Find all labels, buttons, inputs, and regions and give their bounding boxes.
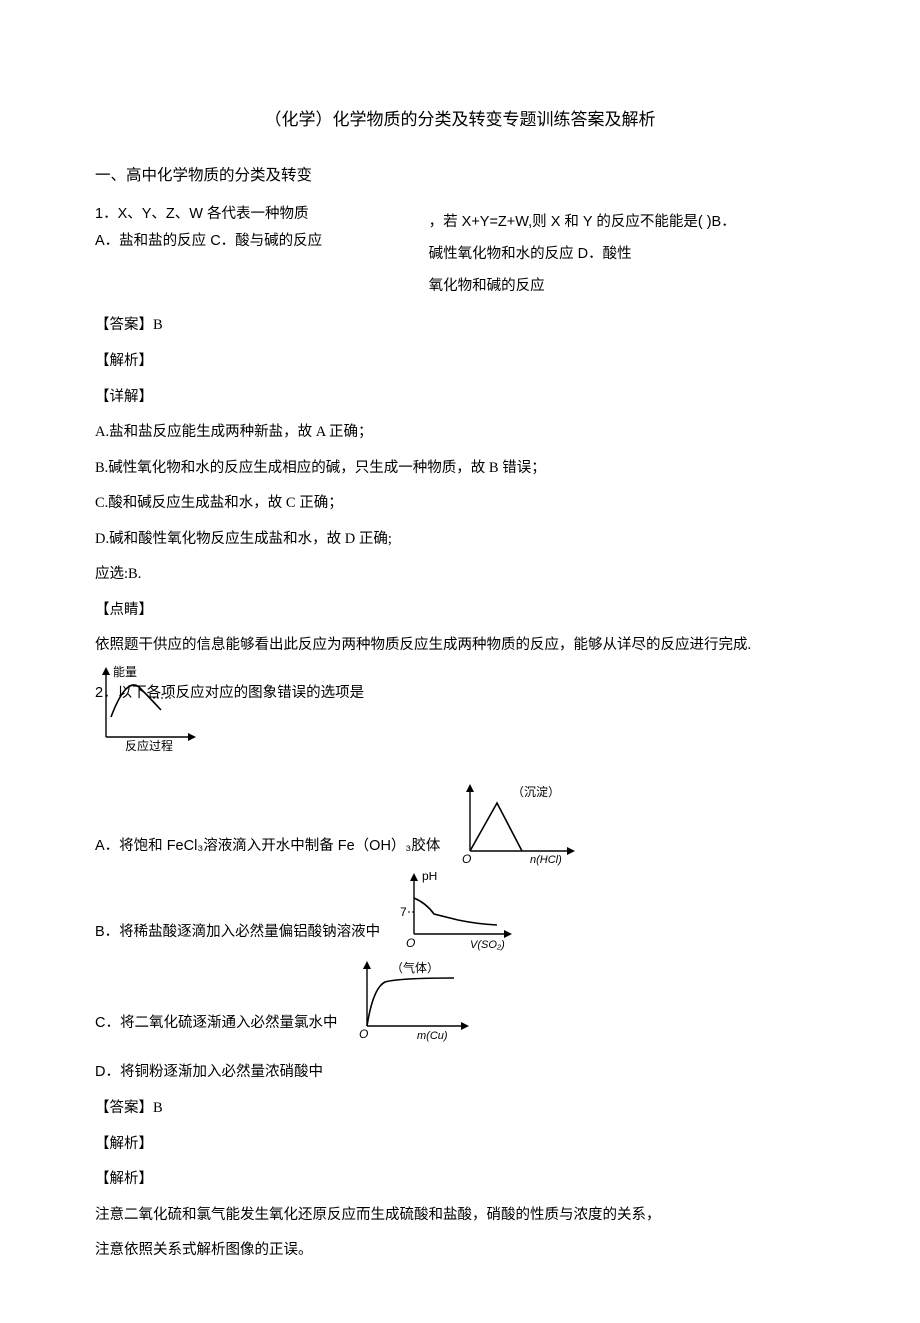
q2-stem: 2．以下各项反应对应的图象错误的选项是 bbox=[95, 685, 364, 701]
q2-answer: 【答案】B bbox=[95, 1095, 825, 1123]
document-page: （化学）化学物质的分类及转变专题训练答案及解析 一、高中化学物质的分类及转变 1… bbox=[0, 0, 920, 1323]
precipitate-chart-icon: （沉淀） O n(HCl) bbox=[452, 781, 582, 866]
q1-xiangjie-label: 【详解】 bbox=[95, 384, 825, 412]
q1-right-column: ，若 X+Y=Z+W,则 X 和 Y 的反应不能能是( )B． 碱性氧化物和水的… bbox=[429, 201, 736, 303]
axis-x-label: 反应过程 bbox=[125, 738, 173, 752]
q1-stem-right-1: ，若 X+Y=Z+W,则 X 和 Y 的反应不能能是( )B． bbox=[429, 207, 736, 239]
gas-chart-icon: （气体） O m(Cu) bbox=[349, 958, 479, 1043]
ph-chart-icon: pH 7 O V(SO₂) bbox=[392, 872, 522, 952]
q1-answer: 【答案】B bbox=[95, 312, 825, 340]
question-1: 1．X、Y、Z、W 各代表一种物质 A．盐和盐的反应 C．酸与碱的反应 ，若 X… bbox=[95, 201, 825, 303]
q1-detail-c: C.酸和碱反应生成盐和水，故 C 正确； bbox=[95, 490, 825, 518]
q1-detail-d: D.碱和酸性氧化物反应生成盐和水，故 D 正确; bbox=[95, 526, 825, 554]
q2-jiexi-label-1: 【解析】 bbox=[95, 1131, 825, 1159]
q1-detail: A.盐和盐反应能生成两种新盐，故 A 正确； B.碱性氧化物和水的反应生成相应的… bbox=[95, 419, 825, 589]
section-heading: 一、高中化学物质的分类及转变 bbox=[95, 161, 825, 190]
q2-option-c-row: C．将二氧化硫逐渐通入必然量氯水中 （气体） O m(Cu) bbox=[95, 958, 825, 1043]
q1-dianjing-text: 依照题干供应的信息能够看出此反应为两种物质反应生成两种物质的反应，能够从详尽的反… bbox=[95, 632, 825, 660]
q1-dianjing-label: 【点睛】 bbox=[95, 597, 825, 625]
q1-detail-b: B.碱性氧化物和水的反应生成相应的碱，只生成一种物质，故 B 错误； bbox=[95, 455, 825, 483]
axis-tick: 7 bbox=[400, 905, 407, 919]
q1-stem-left-1: 1．X、Y、Z、W 各代表一种物质 bbox=[95, 201, 405, 229]
q2-option-a: A．将饱和 FeCl₃溶液滴入开水中制备 Fe（OH）₃胶体 bbox=[95, 833, 440, 867]
chart-note: （气体） bbox=[391, 960, 439, 975]
q1-jiexi-label: 【解析】 bbox=[95, 348, 825, 376]
q2-option-b-row: B．将稀盐酸逐滴加入必然量偏铝酸钠溶液中 pH 7 O V(SO₂) bbox=[95, 872, 825, 952]
q2-option-d: D．将铜粉逐渐加入必然量浓硝酸中 bbox=[95, 1059, 825, 1087]
axis-x: n(HCl) bbox=[530, 854, 562, 866]
axis-y: pH bbox=[422, 872, 437, 883]
q1-detail-a: A.盐和盐反应能生成两种新盐，故 A 正确； bbox=[95, 419, 825, 447]
q1-stem-right-2: 碱性氧化物和水的反应 D．酸性 bbox=[429, 239, 736, 271]
q2-jiexi-label-2: 【解析】 bbox=[95, 1166, 825, 1194]
q2-explain-2: 注意依照关系式解析图像的正误。 bbox=[95, 1237, 825, 1265]
q1-detail-choose: 应选:B. bbox=[95, 561, 825, 589]
q1-stem-right-3: 氧化物和碱的反应 bbox=[429, 271, 736, 303]
energy-curve-icon: 能量 反应过程 bbox=[91, 662, 201, 752]
svg-text:O: O bbox=[462, 852, 471, 866]
q2-option-c: C．将二氧化硫逐渐通入必然量氯水中 bbox=[95, 1010, 337, 1044]
axis-x: m(Cu) bbox=[417, 1030, 448, 1042]
chart-note: （沉淀） bbox=[512, 785, 560, 799]
page-title: （化学）化学物质的分类及转变专题训练答案及解析 bbox=[95, 104, 825, 136]
axis-y-label: 能量 bbox=[113, 665, 137, 679]
q2-explain-1: 注意二氧化硫和氯气能发生氧化还原反应而生成硫酸和盐酸，硝酸的性质与浓度的关系， bbox=[95, 1202, 825, 1230]
q1-left-column: 1．X、Y、Z、W 各代表一种物质 A．盐和盐的反应 C．酸与碱的反应 bbox=[95, 201, 405, 256]
question-2: 能量 反应过程 2．以下各项反应对应的图象错误的选项是 A．将饱和 FeCl₃溶… bbox=[95, 680, 825, 1265]
q1-stem-left-2: A．盐和盐的反应 C．酸与碱的反应 bbox=[95, 228, 405, 256]
q2-head-row: 能量 反应过程 2．以下各项反应对应的图象错误的选项是 bbox=[95, 680, 825, 708]
svg-text:O: O bbox=[359, 1027, 368, 1041]
svg-text:O: O bbox=[406, 936, 415, 950]
q2-option-b: B．将稀盐酸逐滴加入必然量偏铝酸钠溶液中 bbox=[95, 919, 380, 953]
q2-option-a-row: A．将饱和 FeCl₃溶液滴入开水中制备 Fe（OH）₃胶体 （沉淀） O n(… bbox=[95, 781, 825, 866]
axis-x: V(SO₂) bbox=[470, 939, 505, 951]
